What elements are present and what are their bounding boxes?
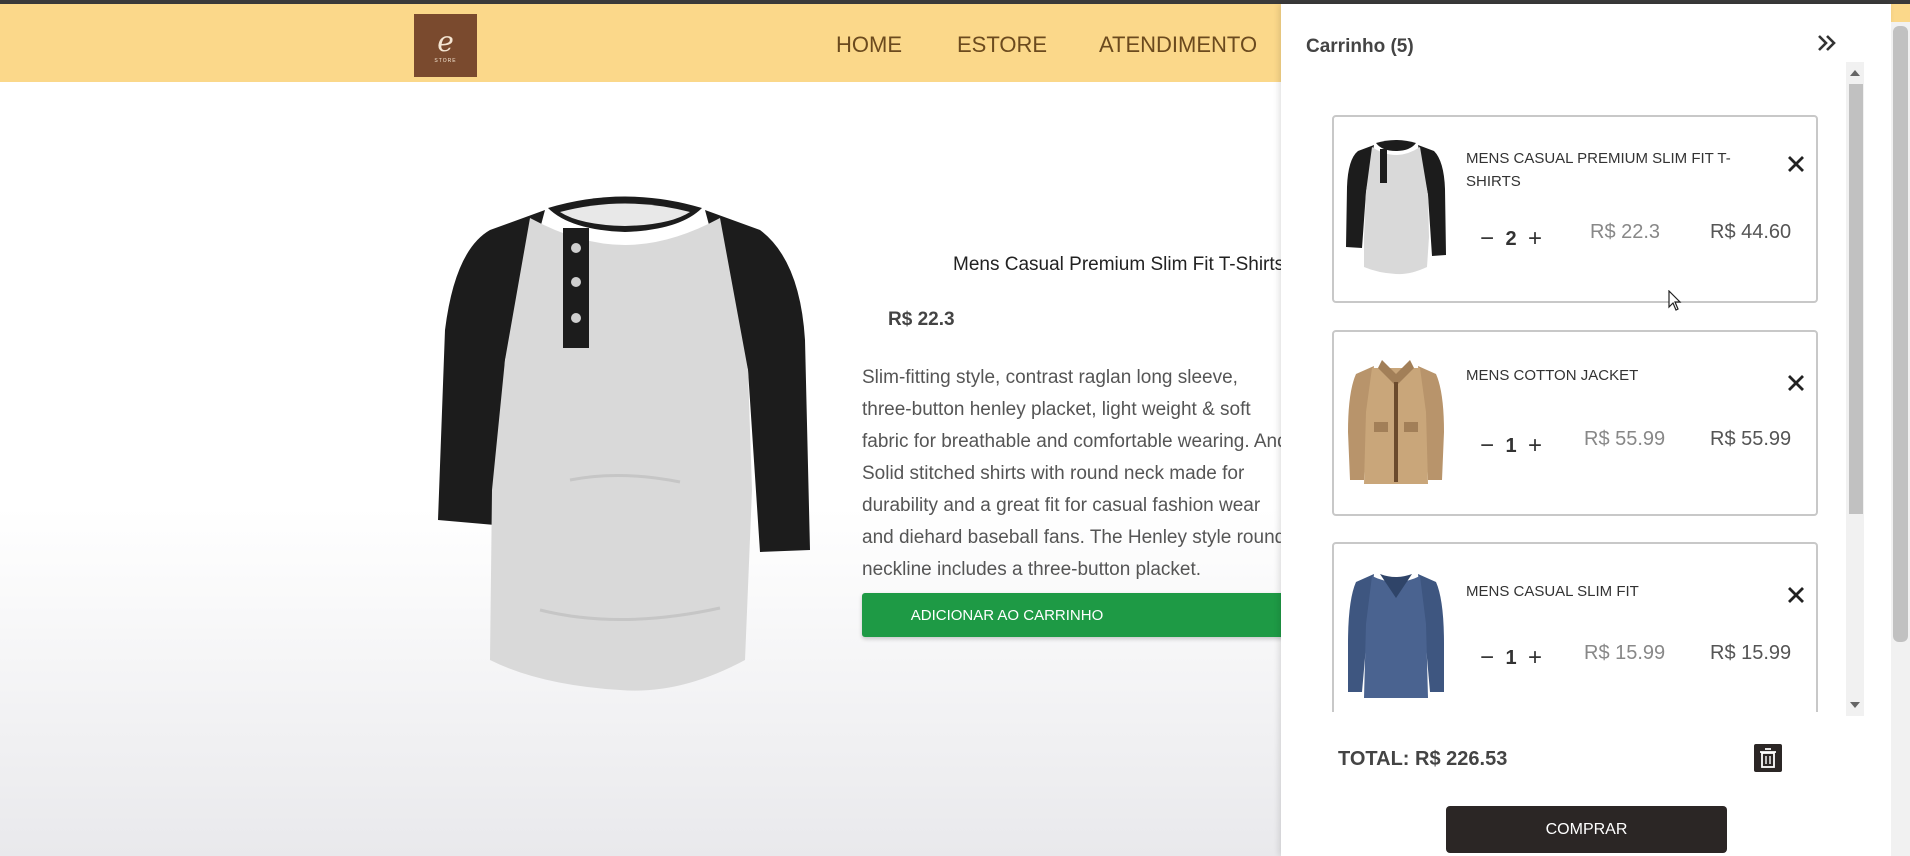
cart-item-line-total: R$ 15.99 — [1710, 642, 1792, 664]
cart-item-unit-price: R$ 15.99 — [1584, 642, 1666, 664]
trash-icon[interactable] — [1754, 744, 1782, 772]
double-chevron-right-icon[interactable] — [1812, 28, 1842, 58]
quantity-stepper: − 2 + — [1474, 227, 1548, 251]
quantity-stepper: − 1 + — [1474, 434, 1548, 458]
nav-link-atendimento[interactable]: ATENDIMENTO — [1099, 32, 1257, 58]
scroll-up-arrow-icon[interactable] — [1850, 70, 1860, 76]
logo-subtext: STORE — [434, 57, 457, 64]
add-to-cart-label: ADICIONAR AO CARRINHO — [910, 606, 1104, 624]
cart-item-name: MENS COTTON JACKET — [1466, 367, 1639, 384]
cart-item: MENS CASUAL SLIM FIT − 1 + R$ 15.99 R$ 1… — [1332, 542, 1818, 712]
increase-quantity-button[interactable]: + — [1522, 227, 1548, 251]
cart-items-list[interactable]: MENS CASUAL PREMIUM SLIM FIT T-SHIRTS − … — [1281, 68, 1891, 712]
increase-quantity-button[interactable]: + — [1522, 434, 1548, 458]
cart-panel: Carrinho (5) MENS CASUAL PREMIUM SLIM FI… — [1281, 4, 1891, 856]
logo-mark: e — [437, 24, 454, 58]
nav-link-home[interactable]: HOME — [836, 32, 902, 58]
cart-item: MENS CASUAL PREMIUM SLIM FIT T-SHIRTS − … — [1332, 115, 1818, 303]
cart-item-image-jacket — [1348, 360, 1444, 484]
cart-title: Carrinho (5) — [1306, 36, 1414, 57]
product-price: R$ 22.3 — [888, 309, 955, 330]
buy-button[interactable]: COMPRAR — [1446, 806, 1727, 853]
cart-item-line-total: R$ 55.99 — [1710, 428, 1792, 450]
cart-item-unit-price: R$ 55.99 — [1584, 428, 1666, 450]
mouse-cursor-icon — [1668, 290, 1682, 311]
scroll-down-arrow-icon[interactable] — [1850, 702, 1860, 708]
cart-scrollbar-thumb[interactable] — [1849, 84, 1863, 514]
cart-item-image-longsleeve — [1348, 574, 1444, 698]
nav-link-estore[interactable]: ESTORE — [957, 32, 1047, 58]
close-icon[interactable] — [1785, 372, 1807, 394]
page-scrollbar[interactable] — [1891, 22, 1910, 856]
product-description: Slim-fitting style, contrast raglan long… — [862, 367, 1288, 580]
cart-scrollbar[interactable] — [1846, 62, 1864, 716]
store-logo[interactable]: e STORE — [414, 14, 477, 77]
cart-item-name: MENS CASUAL SLIM FIT — [1466, 583, 1639, 600]
close-icon[interactable] — [1785, 153, 1807, 175]
product-title: Mens Casual Premium Slim Fit T-Shirts — [953, 254, 1285, 275]
page-scrollbar-thumb[interactable] — [1893, 26, 1908, 642]
decrease-quantity-button[interactable]: − — [1474, 646, 1500, 670]
cart-item-image-tshirt — [1346, 140, 1446, 275]
quantity-value: 1 — [1505, 646, 1517, 669]
quantity-value: 1 — [1505, 434, 1517, 457]
cart-item-unit-price: R$ 22.3 — [1590, 221, 1661, 243]
cart-item-line-total: R$ 44.60 — [1710, 221, 1792, 243]
quantity-stepper: − 1 + — [1474, 646, 1548, 670]
quantity-value: 2 — [1505, 227, 1517, 250]
cart-item-name: MENS CASUAL PREMIUM SLIM FIT T-SHIRTS — [1466, 150, 1731, 190]
product-image — [438, 196, 810, 691]
close-icon[interactable] — [1785, 584, 1807, 606]
increase-quantity-button[interactable]: + — [1522, 646, 1548, 670]
decrease-quantity-button[interactable]: − — [1474, 434, 1500, 458]
cart-total: TOTAL: R$ 226.53 — [1338, 748, 1508, 770]
cart-item: MENS COTTON JACKET − 1 + R$ 55.99 R$ 55.… — [1332, 330, 1818, 516]
decrease-quantity-button[interactable]: − — [1474, 227, 1500, 251]
